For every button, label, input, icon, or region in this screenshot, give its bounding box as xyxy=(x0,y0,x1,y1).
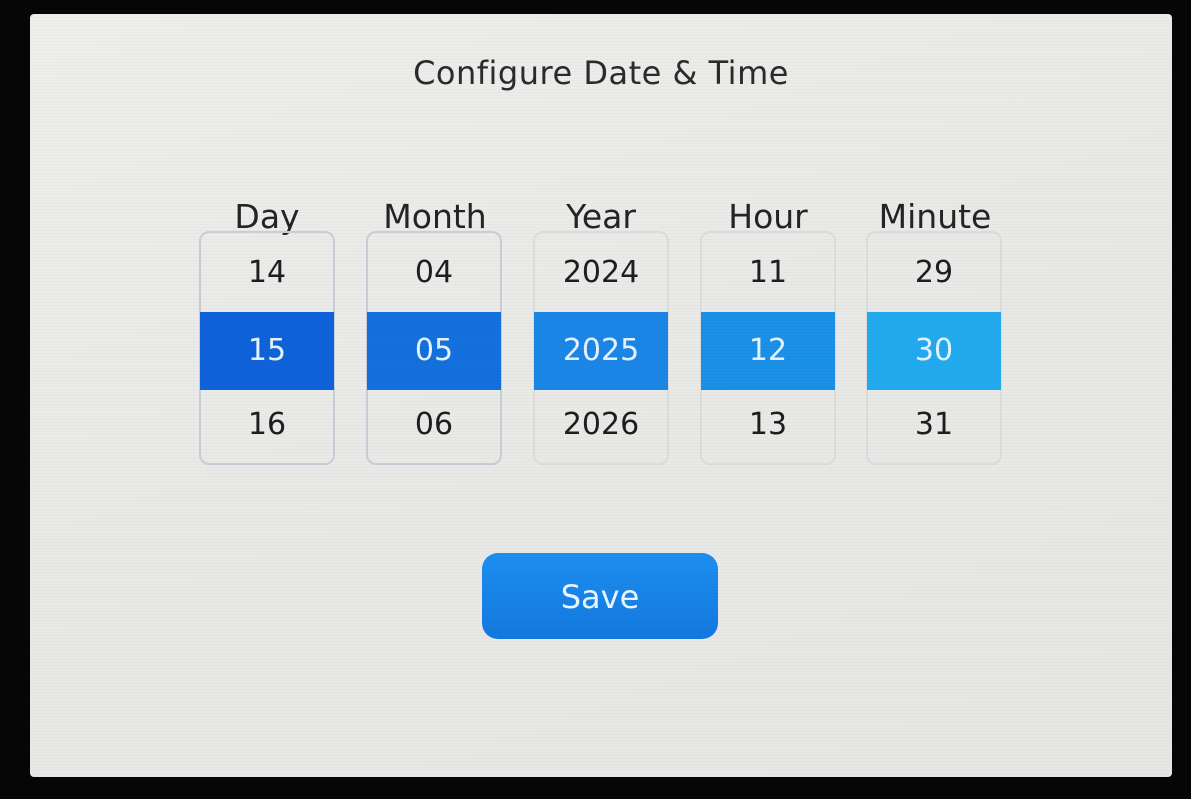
minute-prev-value[interactable]: 29 xyxy=(868,255,1000,290)
day-picker[interactable]: 14 15 16 xyxy=(199,231,335,465)
year-picker[interactable]: 2024 2025 2026 xyxy=(533,231,669,465)
minute-next-value[interactable]: 31 xyxy=(868,407,1000,442)
minute-picker[interactable]: 29 30 31 xyxy=(866,231,1002,465)
page-title: Configure Date & Time xyxy=(413,54,789,92)
day-next-value[interactable]: 16 xyxy=(201,407,333,442)
hour-selected-value[interactable]: 12 xyxy=(701,312,835,390)
day-prev-value[interactable]: 14 xyxy=(201,255,333,290)
year-selected-value[interactable]: 2025 xyxy=(534,312,668,390)
month-prev-value[interactable]: 04 xyxy=(368,255,500,290)
hour-next-value[interactable]: 13 xyxy=(702,407,834,442)
minute-selected-value[interactable]: 30 xyxy=(867,312,1001,390)
month-next-value[interactable]: 06 xyxy=(368,407,500,442)
month-picker[interactable]: 04 05 06 xyxy=(366,231,502,465)
touch-screen: Configure Date & Time Day 14 15 16 Month… xyxy=(30,14,1172,777)
day-selected-value[interactable]: 15 xyxy=(200,312,334,390)
month-selected-value[interactable]: 05 xyxy=(367,312,501,390)
year-next-value[interactable]: 2026 xyxy=(535,407,667,442)
save-button[interactable]: Save xyxy=(482,553,718,639)
year-prev-value[interactable]: 2024 xyxy=(535,255,667,290)
hour-prev-value[interactable]: 11 xyxy=(702,255,834,290)
hour-picker[interactable]: 11 12 13 xyxy=(700,231,836,465)
